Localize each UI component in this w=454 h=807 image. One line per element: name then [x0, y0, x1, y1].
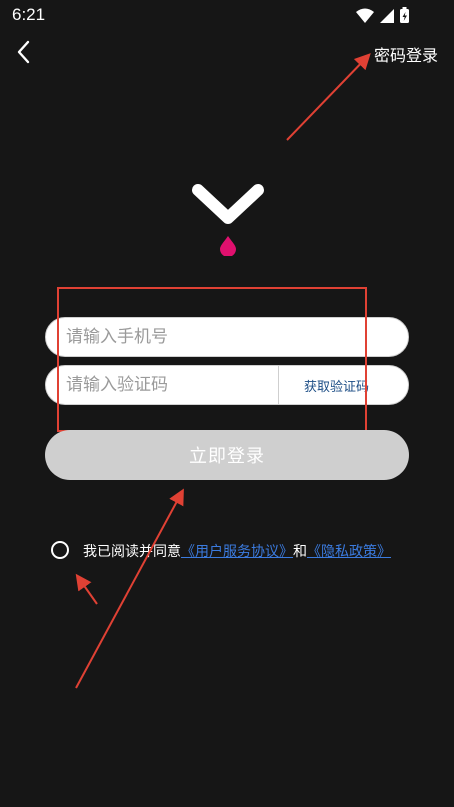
annotation-arrow-top — [286, 53, 371, 141]
annotation-arrow-login — [75, 488, 184, 689]
annotation-arrows — [75, 53, 371, 689]
annotation-arrow-radio — [75, 573, 98, 605]
